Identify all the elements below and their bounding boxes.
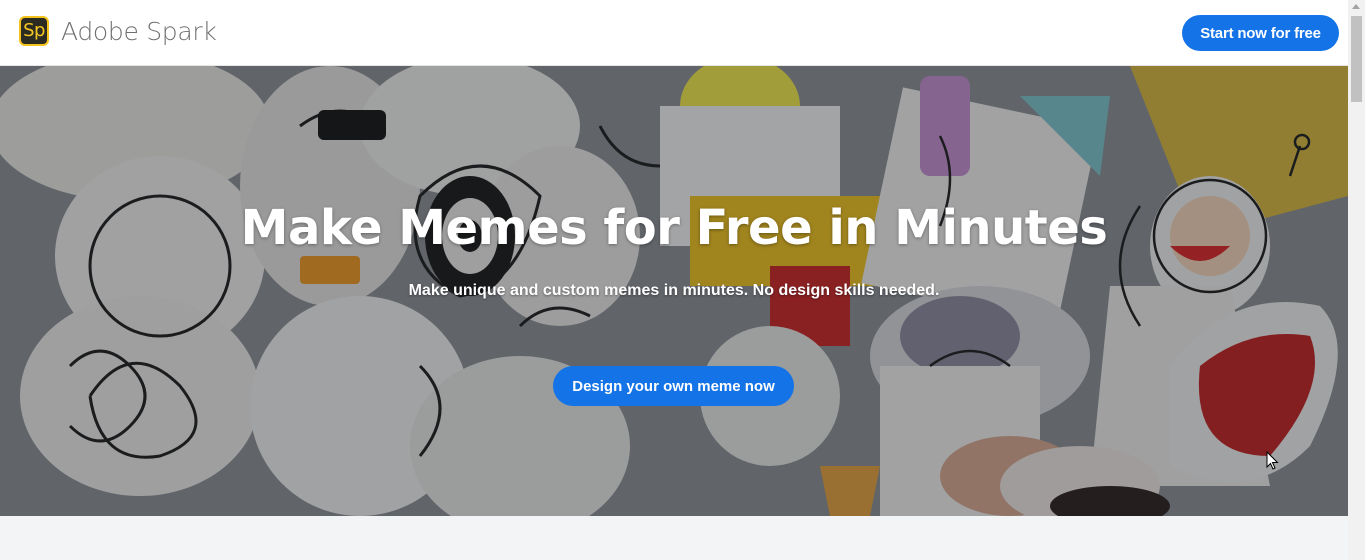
mouse-cursor-icon [1266,451,1279,470]
hero-title: Make Memes for Free in Minutes [240,200,1108,256]
brand-name[interactable]: Adobe Spark [61,17,217,46]
hero-subtitle: Make unique and custom memes in minutes.… [408,282,940,299]
content-section [0,516,1348,560]
design-meme-button[interactable]: Design your own meme now [553,366,794,406]
adobe-spark-logo-icon[interactable]: Sp [19,16,49,46]
hero-banner: Make Memes for Free in Minutes Make uniq… [0,66,1348,516]
top-navbar: Sp Adobe Spark Start now for free [0,0,1348,66]
page: Sp Adobe Spark Start now for free Make M… [0,0,1348,560]
scroll-up-arrow-icon[interactable] [1352,4,1360,9]
start-now-button[interactable]: Start now for free [1182,15,1339,51]
scrollbar-thumb[interactable] [1351,16,1362,102]
